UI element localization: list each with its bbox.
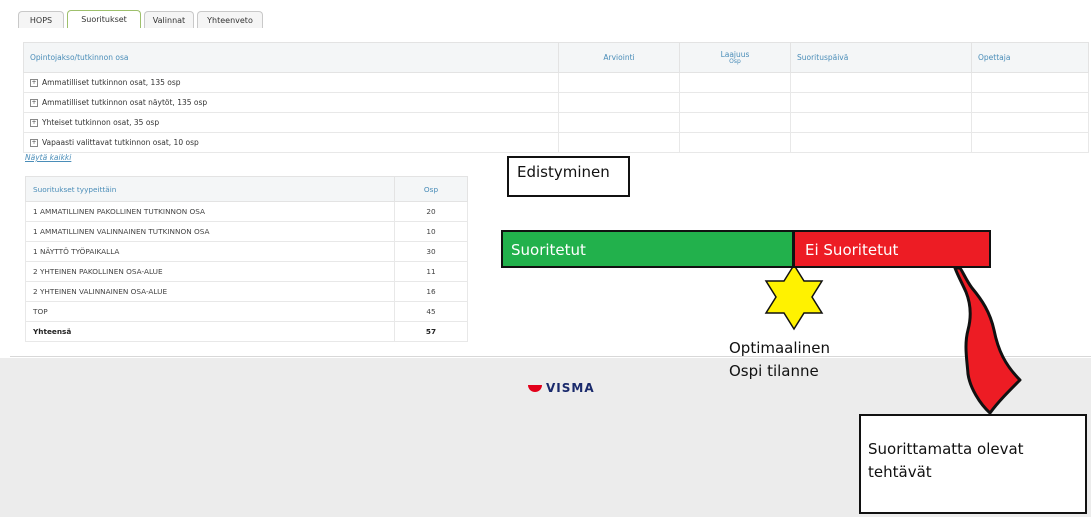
visma-logo: VISMA <box>528 381 595 395</box>
optimal-label: Optimaalinen Ospi tilanne <box>729 337 830 383</box>
visma-logo-icon <box>528 385 542 392</box>
remaining-tasks-box: Suorittamatta olevat tehtävät <box>859 414 1087 514</box>
optimal-line-2: Ospi tilanne <box>729 362 819 380</box>
drip-shape <box>953 266 1022 415</box>
optimal-line-1: Optimaalinen <box>729 339 830 357</box>
remaining-line-1: Suorittamatta olevat <box>868 440 1024 458</box>
logo-text: VISMA <box>546 381 595 395</box>
star-icon <box>764 263 824 331</box>
completed-bar: Suoritetut <box>501 230 794 268</box>
not-completed-bar: Ei Suoritetut <box>793 230 991 268</box>
remaining-line-2: tehtävät <box>868 463 932 481</box>
progress-title-box: Edistyminen <box>507 156 630 197</box>
